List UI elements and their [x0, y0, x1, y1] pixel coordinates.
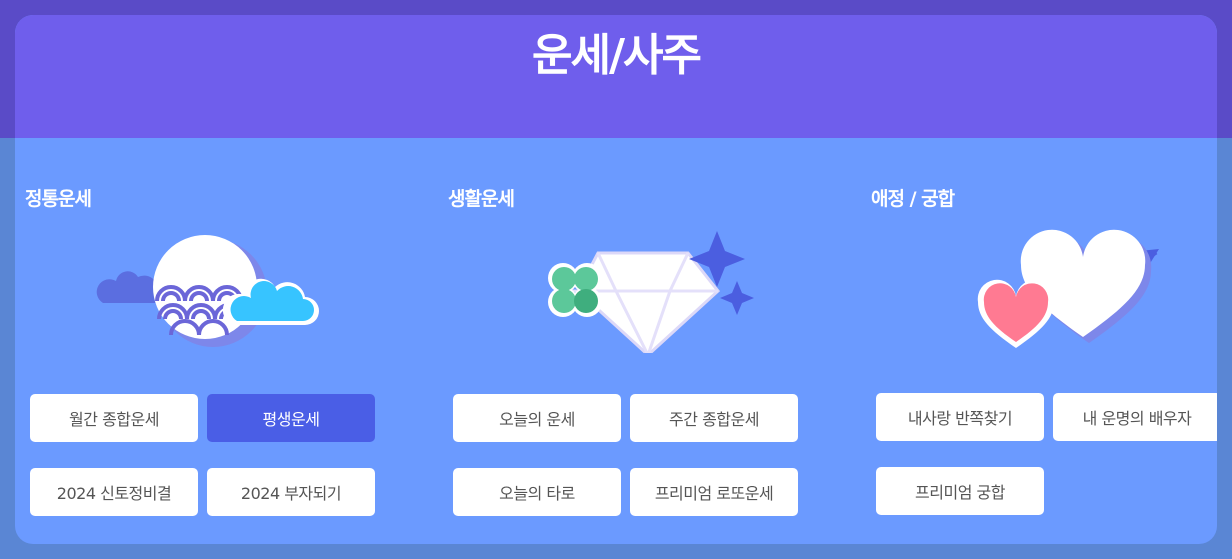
today-fortune-button[interactable]: 오늘의 운세: [453, 394, 621, 442]
page-title: 운세/사주: [532, 30, 702, 81]
section-title: 생활운세: [448, 188, 515, 210]
hearts-arrow-icon: [977, 229, 1159, 348]
weekly-fortune-button[interactable]: 주간 종합운세: [630, 394, 798, 442]
panel-header: 운세/사주: [15, 15, 1217, 138]
section-title: 정통운세: [25, 188, 92, 210]
wealth-2024-button[interactable]: 2024 부자되기: [207, 468, 375, 516]
premium-lotto-fortune-button[interactable]: 프리미엄 로또운세: [630, 468, 798, 516]
fortune-panel: 운세/사주 정통운세 월간 종합운세 평생운세 2024 신토정비결 2024 …: [15, 15, 1217, 544]
find-soulmate-button[interactable]: 내사랑 반쪽찾기: [876, 393, 1044, 441]
section-title: 애정 / 궁합: [871, 188, 955, 210]
moon-cloud-waves-icon: [96, 235, 319, 347]
monthly-fortune-button[interactable]: 월간 종합운세: [30, 394, 198, 442]
clover-diamond-icon: [548, 231, 754, 353]
today-tarot-button[interactable]: 오늘의 타로: [453, 468, 621, 516]
premium-compatibility-button[interactable]: 프리미엄 궁합: [876, 467, 1044, 515]
lifetime-fortune-button[interactable]: 평생운세: [207, 394, 375, 442]
destined-spouse-button[interactable]: 내 운명의 배우자: [1053, 393, 1217, 441]
tojeong-2024-button[interactable]: 2024 신토정비결: [30, 468, 198, 516]
